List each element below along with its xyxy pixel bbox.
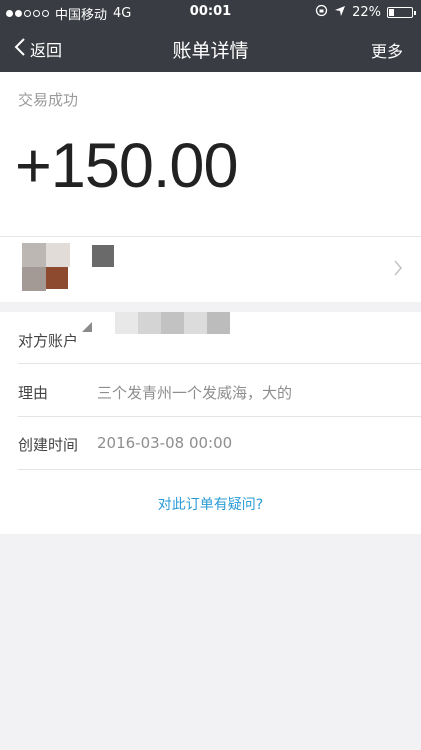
created-time-row: 创建时间 2016-03-08 00:00 (0, 418, 421, 470)
battery-icon (387, 7, 416, 18)
counterparty-name-redacted (92, 245, 114, 267)
rotation-lock-icon (315, 4, 328, 21)
navigation-bar: 返回 账单详情 更多 (0, 26, 421, 72)
counterparty-row[interactable] (0, 236, 421, 301)
created-time-label: 创建时间 (18, 436, 79, 454)
account-label: 对方账户 (18, 332, 79, 350)
transaction-details: 对方账户 理由 三个发青州一个发威海，大的 创建时间 2016-03-08 00… (0, 312, 421, 534)
battery-percent: 22% (352, 5, 381, 20)
status-bar: 中国移动 4G 00:01 22% (0, 0, 421, 26)
created-time-value: 2016-03-08 00:00 (97, 434, 233, 452)
status-right: 22% (315, 4, 416, 21)
transaction-summary: 交易成功 +150.00 (0, 72, 421, 302)
avatar (22, 243, 70, 291)
more-button[interactable]: 更多 (371, 38, 403, 62)
transaction-amount: +150.00 (15, 131, 238, 201)
transaction-status: 交易成功 (18, 91, 79, 109)
account-row: 对方账户 (0, 312, 421, 364)
reason-label: 理由 (18, 384, 49, 402)
page-title: 账单详情 (172, 40, 249, 62)
redaction-mark (82, 322, 92, 332)
reason-value: 三个发青州一个发威海，大的 (97, 384, 293, 402)
chevron-right-icon (393, 259, 403, 281)
account-value-redacted (115, 312, 230, 334)
reason-row: 理由 三个发青州一个发威海，大的 (0, 365, 421, 417)
location-arrow-icon (334, 5, 346, 21)
order-question-link[interactable]: 对此订单有疑问? (0, 494, 421, 514)
